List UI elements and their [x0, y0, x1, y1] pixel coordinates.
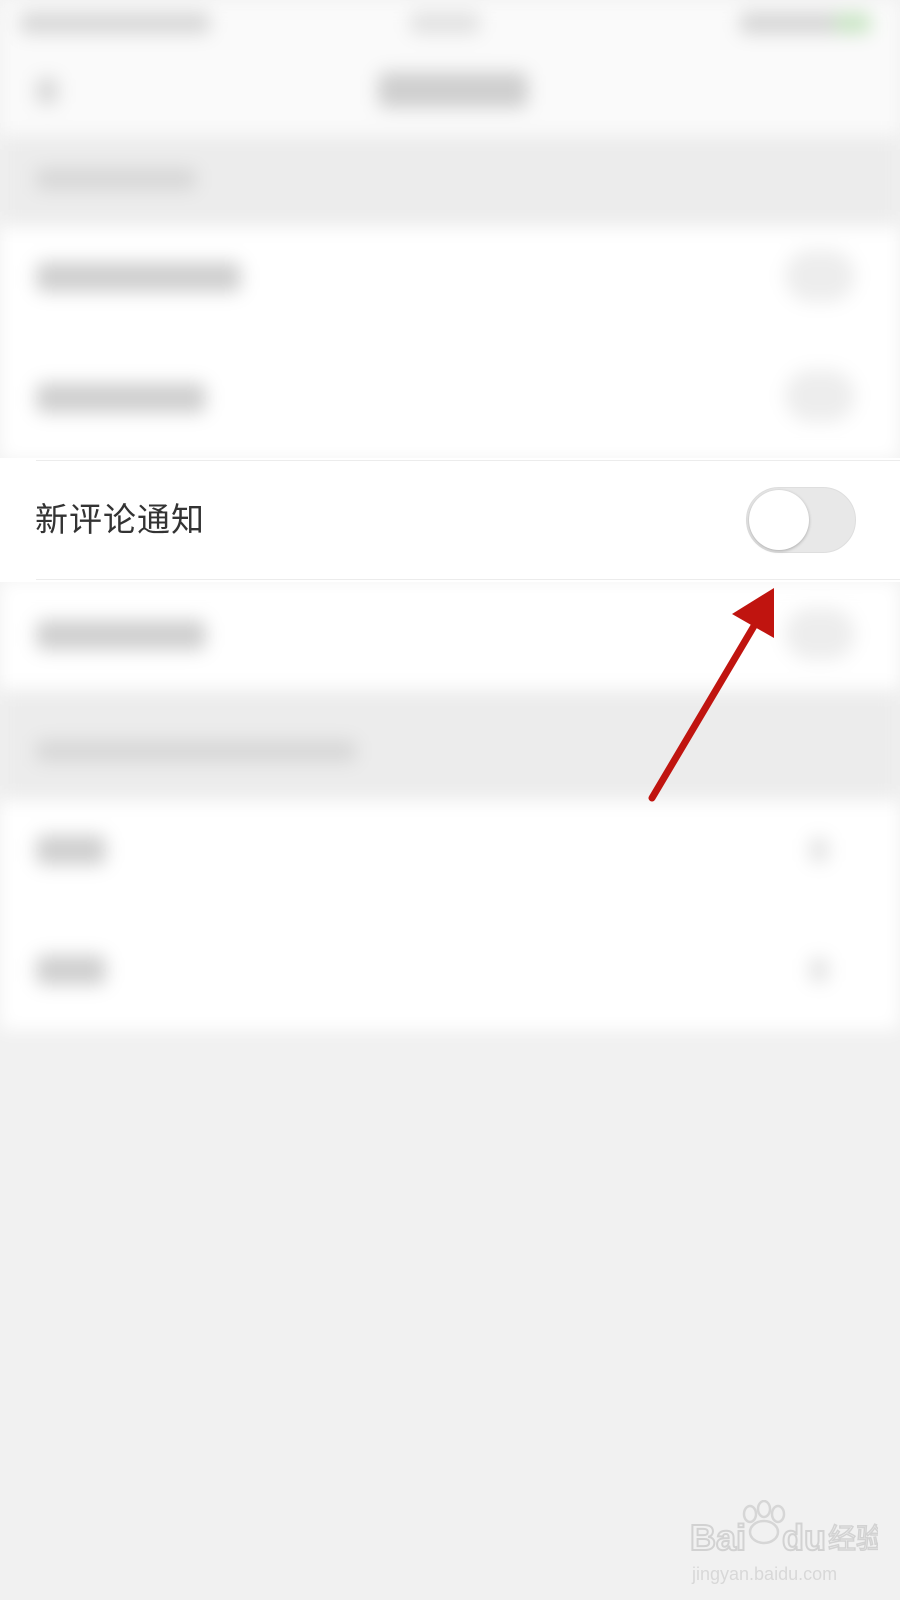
- chevron-right-icon: [810, 838, 828, 862]
- baidu-jingyan-watermark: Bai du 经验 jingyan.baidu.com: [689, 1500, 878, 1584]
- new-comment-notification-row: 新评论通知: [0, 458, 900, 582]
- settings-screen: 新评论通知 Bai du 经验 jingyan.baidu.com: [0, 0, 900, 1600]
- new-comment-notification-label: 新评论通知: [35, 500, 205, 539]
- status-bar-time: [410, 12, 480, 34]
- setting-row-2-toggle[interactable]: [785, 370, 855, 422]
- new-comment-notification-toggle[interactable]: [746, 487, 856, 553]
- watermark-brand-left: Bai: [690, 1517, 746, 1558]
- setting-row-6-label: [36, 955, 106, 985]
- row-divider: [36, 579, 900, 580]
- chevron-right-icon: [810, 958, 828, 982]
- status-bar-carrier: [20, 12, 210, 34]
- blurred-content: [0, 0, 900, 1600]
- settings-group-2: [0, 800, 900, 1030]
- setting-row-4-label: [36, 620, 206, 650]
- setting-row-2-label: [36, 383, 206, 413]
- section-header-1-label: [36, 168, 196, 190]
- watermark-brand-right: du: [782, 1517, 826, 1558]
- watermark-url: jingyan.baidu.com: [691, 1564, 837, 1584]
- back-icon[interactable]: [36, 78, 58, 104]
- battery-icon: [835, 14, 871, 32]
- setting-row-5-label: [36, 835, 106, 865]
- setting-row-4-toggle[interactable]: [785, 608, 855, 660]
- watermark-brand-cn: 经验: [828, 1522, 878, 1555]
- paw-icon: [742, 1500, 786, 1545]
- setting-row-1-label: [36, 262, 241, 292]
- page-title: [378, 72, 528, 108]
- section-header-2-label: [36, 740, 356, 762]
- row-divider: [36, 460, 900, 461]
- setting-row-1-toggle[interactable]: [785, 250, 855, 302]
- toggle-knob[interactable]: [749, 490, 809, 550]
